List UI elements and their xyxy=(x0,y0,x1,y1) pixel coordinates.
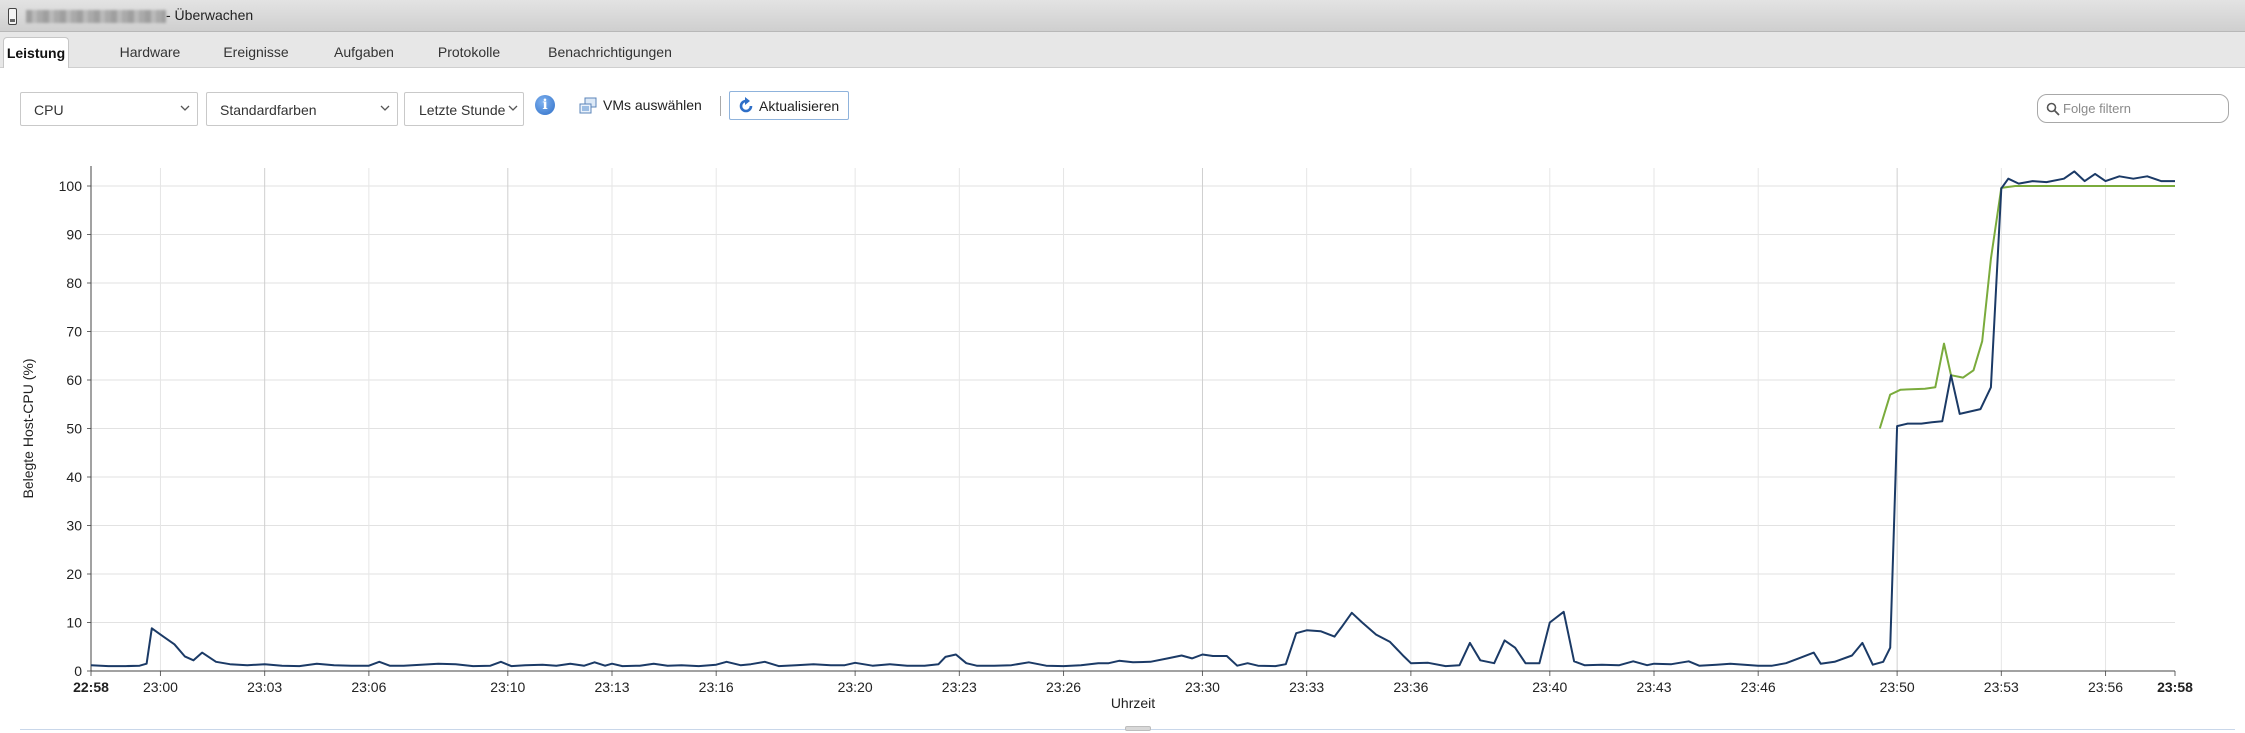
info-icon[interactable]: i xyxy=(535,95,555,115)
y-tick-label: 50 xyxy=(66,421,82,437)
x-tick-label: 23:30 xyxy=(1185,679,1220,695)
color-scheme-value: Standardfarben xyxy=(220,102,317,118)
tab-benachrichtigungen[interactable]: Benachrichtigungen xyxy=(538,37,682,67)
y-tick-label: 10 xyxy=(66,615,82,631)
chevron-down-icon xyxy=(380,105,390,111)
host-icon xyxy=(8,8,17,25)
x-axis-title: Uhrzeit xyxy=(1111,695,1155,711)
x-tick-label: 23:13 xyxy=(594,679,629,695)
y-tick-label: 30 xyxy=(66,518,82,534)
resize-handle[interactable] xyxy=(1125,726,1151,731)
host-name-redacted xyxy=(26,10,166,23)
x-tick-label: 23:58 xyxy=(2157,679,2193,695)
y-tick-label: 20 xyxy=(66,566,82,582)
filter-input[interactable] xyxy=(2063,99,2223,118)
period-select[interactable]: Letzte Stunde xyxy=(404,92,524,126)
metric-select[interactable]: CPU xyxy=(20,92,198,126)
y-tick-label: 80 xyxy=(66,275,82,291)
y-axis-title: Belegte Host-CPU (%) xyxy=(20,358,36,498)
x-tick-label: 23:23 xyxy=(942,679,977,695)
y-tick-label: 60 xyxy=(66,372,82,388)
tab-protokolle[interactable]: Protokolle xyxy=(430,37,508,67)
x-tick-label: 23:20 xyxy=(838,679,873,695)
x-tick-label: 23:06 xyxy=(351,679,386,695)
window-titlebar: - Überwachen xyxy=(0,0,2245,32)
y-tick-label: 90 xyxy=(66,227,82,243)
x-tick-label: 23:46 xyxy=(1741,679,1776,695)
refresh-label: Aktualisieren xyxy=(759,98,840,114)
x-tick-label: 23:53 xyxy=(1984,679,2019,695)
cpu-chart: 0 10 20 30 40 50 60 70 80 90 100 22:58 23:00 23:03 23:… xyxy=(20,166,2193,711)
vm-select-button[interactable]: VMs auswählen xyxy=(603,97,702,113)
series-line-2 xyxy=(90,170,2175,668)
window-title: - Überwachen xyxy=(166,7,254,23)
search-icon xyxy=(2046,102,2060,116)
toolbar-separator xyxy=(720,96,721,116)
vm-select-icon[interactable] xyxy=(579,97,597,115)
x-tick-label: 23:00 xyxy=(143,679,178,695)
x-tick-label: 23:03 xyxy=(247,679,282,695)
x-tick-label: 23:26 xyxy=(1046,679,1081,695)
refresh-button[interactable]: Aktualisieren xyxy=(729,91,849,120)
tab-bar: Leistung Hardware Ereignisse Aufgaben Pr… xyxy=(0,32,2245,68)
chevron-down-icon xyxy=(180,105,190,111)
x-tick-label: 23:33 xyxy=(1289,679,1324,695)
tab-hardware[interactable]: Hardware xyxy=(112,37,188,67)
filter-box xyxy=(2037,94,2229,123)
metric-select-value: CPU xyxy=(34,102,64,118)
y-tick-label: 70 xyxy=(66,324,82,340)
tab-ereignisse[interactable]: Ereignisse xyxy=(214,37,298,67)
x-tick-label: 23:56 xyxy=(2088,679,2123,695)
x-tick-label: 23:40 xyxy=(1532,679,1567,695)
series-line-1 xyxy=(1878,185,2175,429)
y-tick-label: 100 xyxy=(59,178,83,194)
color-scheme-select[interactable]: Standardfarben xyxy=(206,92,398,126)
period-value: Letzte Stunde xyxy=(419,102,506,118)
x-tick-label: 22:58 xyxy=(73,679,109,695)
y-tick-label: 0 xyxy=(74,663,82,679)
tab-leistung[interactable]: Leistung xyxy=(3,37,69,68)
x-tick-label: 23:10 xyxy=(490,679,525,695)
x-tick-label: 23:16 xyxy=(699,679,734,695)
chevron-down-icon xyxy=(507,102,519,114)
x-tick-label: 23:43 xyxy=(1636,679,1671,695)
x-tick-label: 23:36 xyxy=(1393,679,1428,695)
refresh-icon xyxy=(739,97,753,113)
tab-aufgaben[interactable]: Aufgaben xyxy=(328,37,400,67)
x-tick-label: 23:50 xyxy=(1880,679,1915,695)
y-tick-label: 40 xyxy=(66,469,82,485)
